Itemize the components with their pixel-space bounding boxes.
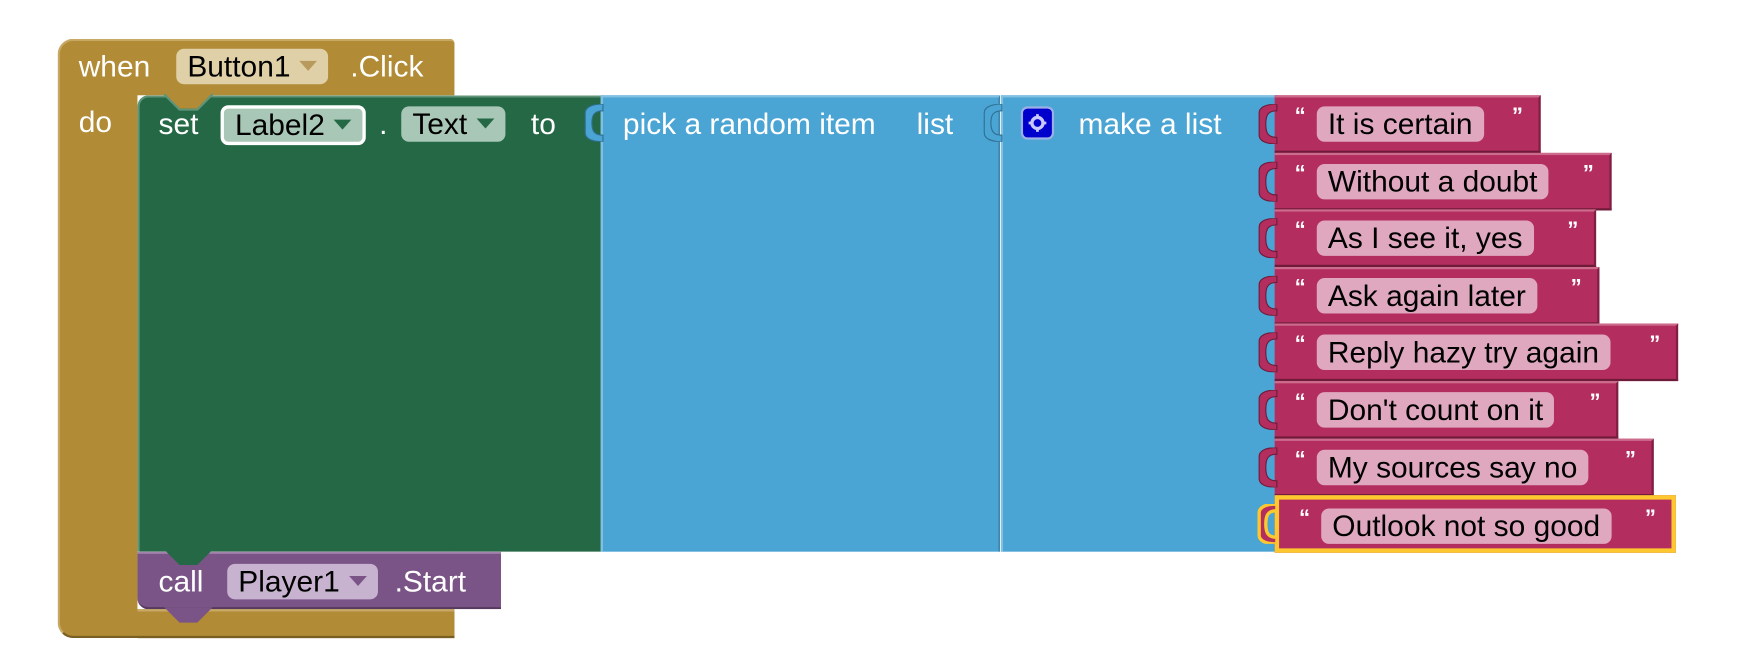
output-connector-tab: [1257, 504, 1279, 545]
text-block-item[interactable]: “ Ask again later ”: [1274, 266, 1600, 325]
make-a-list-label: make a list: [1078, 107, 1222, 141]
output-connector-tab: [1258, 275, 1278, 316]
pick-random-item-block[interactable]: [600, 95, 1000, 552]
open-quote-icon: “: [1294, 447, 1306, 472]
text-block-item[interactable]: “ It is certain ”: [1274, 95, 1541, 153]
chevron-down-icon: [299, 61, 318, 72]
make-a-list-block[interactable]: [1000, 95, 1278, 552]
event-name: .Click: [350, 49, 424, 84]
gear-icon: [1028, 114, 1047, 132]
text-value-field[interactable]: Reply hazy try again: [1316, 334, 1611, 371]
text-value-field[interactable]: It is certain: [1316, 106, 1484, 142]
component-name: Player1: [238, 564, 340, 599]
text-value-field[interactable]: As I see it, yes: [1316, 220, 1534, 257]
text-block-item[interactable]: “ Without a doubt ”: [1274, 152, 1612, 211]
property-dropdown-text[interactable]: Text: [401, 106, 505, 142]
output-connector-tab: [1258, 104, 1278, 145]
close-quote-icon: ”: [1511, 104, 1523, 129]
set-label: set: [158, 107, 199, 141]
chevron-down-icon: [333, 120, 352, 131]
call-label: call: [158, 564, 204, 599]
open-quote-icon: “: [1294, 275, 1306, 300]
chevron-down-icon: [348, 576, 367, 587]
open-quote-icon: “: [1294, 104, 1306, 129]
output-connector-tab: [1258, 447, 1278, 487]
close-quote-icon: ”: [1649, 332, 1661, 358]
text-block-item[interactable]: “ Outlook not so good ”: [1274, 495, 1676, 553]
open-quote-icon: “: [1294, 332, 1306, 358]
component-dropdown-player1[interactable]: Player1: [227, 563, 378, 600]
text-value-field[interactable]: Don't count on it: [1316, 392, 1555, 428]
mutator-gear-button[interactable]: [1020, 106, 1055, 140]
to-label: to: [530, 107, 556, 141]
text-block-item[interactable]: “ Don't count on it ”: [1274, 381, 1619, 439]
component-name: Button1: [187, 49, 291, 84]
close-quote-icon: ”: [1624, 447, 1636, 472]
text-value-field[interactable]: Ask again later: [1316, 277, 1537, 314]
text-block-item[interactable]: “ As I see it, yes ”: [1274, 209, 1597, 268]
open-quote-icon: “: [1294, 389, 1306, 415]
open-quote-icon: “: [1299, 506, 1311, 531]
property-name: Text: [412, 107, 468, 141]
open-quote-icon: “: [1294, 161, 1306, 186]
close-quote-icon: ”: [1589, 389, 1601, 415]
dot-separator: .: [379, 107, 388, 141]
when-label: when: [78, 49, 151, 84]
method-name: .Start: [394, 564, 467, 599]
close-quote-icon: ”: [1567, 218, 1579, 243]
do-label: do: [78, 105, 113, 139]
blocks-workspace: when Button1 .Click do set Label2 . Text…: [0, 0, 1738, 668]
text-block-item[interactable]: “ Reply hazy try again ”: [1274, 323, 1679, 382]
output-connector-tab: [1258, 332, 1278, 373]
input-connector-tab: [584, 104, 604, 142]
text-value-field[interactable]: Without a doubt: [1316, 163, 1549, 199]
output-connector-tab: [1258, 161, 1278, 202]
pick-random-item-label: pick a random item: [622, 107, 876, 141]
set-label-text-block[interactable]: [137, 95, 601, 552]
chevron-down-icon: [476, 118, 494, 129]
next-connection-notch: [164, 607, 213, 623]
output-connector-tab: [1258, 218, 1278, 259]
text-value-field[interactable]: Outlook not so good: [1321, 508, 1612, 545]
component-dropdown-label2[interactable]: Label2: [220, 105, 366, 146]
close-quote-icon: ”: [1582, 161, 1594, 186]
component-name: Label2: [234, 108, 325, 142]
text-block-item[interactable]: “ My sources say no ”: [1274, 438, 1654, 496]
list-input-label: list: [916, 107, 954, 141]
input-connector-tab: [983, 104, 1003, 142]
text-value-field[interactable]: My sources say no: [1316, 449, 1589, 485]
close-quote-icon: ”: [1644, 506, 1656, 531]
component-dropdown-button1[interactable]: Button1: [176, 48, 329, 85]
close-quote-icon: ”: [1570, 275, 1582, 300]
open-quote-icon: “: [1294, 218, 1306, 243]
output-connector-tab: [1258, 389, 1278, 430]
